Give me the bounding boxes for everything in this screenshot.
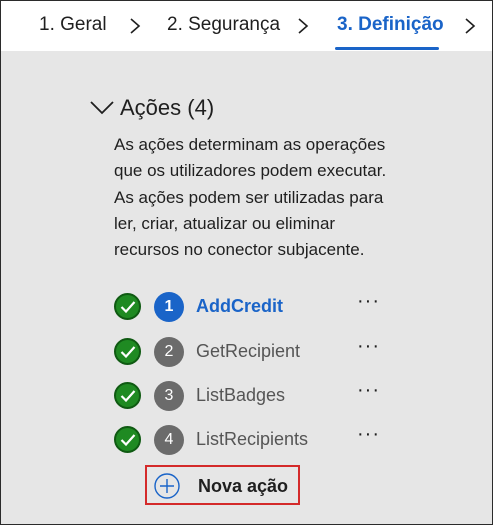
checkmark-circle-icon — [114, 293, 141, 320]
chevron-right-icon[interactable] — [463, 17, 477, 35]
checkmark-circle-icon — [114, 426, 141, 453]
new-action-label: Nova ação — [198, 476, 289, 496]
action-number-badge: 1 — [154, 292, 184, 322]
action-item[interactable]: 3 ListBadges ··· — [114, 379, 394, 411]
wizard-tabs: 1. Geral 2. Segurança 3. Definição — [1, 1, 492, 51]
checkmark-circle-icon — [114, 382, 141, 409]
more-horizontal-icon[interactable]: ··· — [357, 379, 380, 402]
tab-seguranca[interactable]: 2. Segurança — [167, 14, 280, 36]
tab-definicao[interactable]: 3. Definição — [337, 14, 444, 36]
action-item[interactable]: 4 ListRecipients ··· — [114, 423, 394, 455]
action-item[interactable]: 1 AddCredit ··· — [114, 290, 394, 322]
more-horizontal-icon[interactable]: ··· — [357, 423, 380, 446]
action-name[interactable]: ListBadges — [196, 385, 285, 406]
new-action-button[interactable]: Nova ação — [145, 465, 300, 505]
action-name[interactable]: GetRecipient — [196, 341, 300, 362]
checkmark-circle-icon — [114, 338, 141, 365]
tab-geral[interactable]: 1. Geral — [39, 14, 107, 36]
chevron-right-icon — [298, 18, 309, 34]
section-description: As ações determinam as operações que os … — [114, 135, 387, 260]
action-item[interactable]: 2 GetRecipient ··· — [114, 335, 394, 367]
chevron-down-icon — [90, 101, 114, 115]
definition-panel: Ações (4) As ações determinam as operaçõ… — [1, 51, 492, 524]
action-name[interactable]: ListRecipients — [196, 429, 308, 450]
action-name[interactable]: AddCredit — [196, 296, 283, 317]
chevron-right-icon — [130, 18, 141, 34]
more-horizontal-icon[interactable]: ··· — [357, 335, 380, 358]
action-number-badge: 3 — [154, 381, 184, 411]
section-title: Ações (4) — [120, 95, 215, 120]
plus-circle-icon — [154, 473, 180, 499]
active-tab-indicator — [335, 47, 439, 50]
action-number-badge: 4 — [154, 425, 184, 455]
more-horizontal-icon[interactable]: ··· — [357, 290, 380, 313]
action-number-badge: 2 — [154, 337, 184, 367]
connector-wizard: 1. Geral 2. Segurança 3. Definição Ações… — [0, 0, 493, 525]
